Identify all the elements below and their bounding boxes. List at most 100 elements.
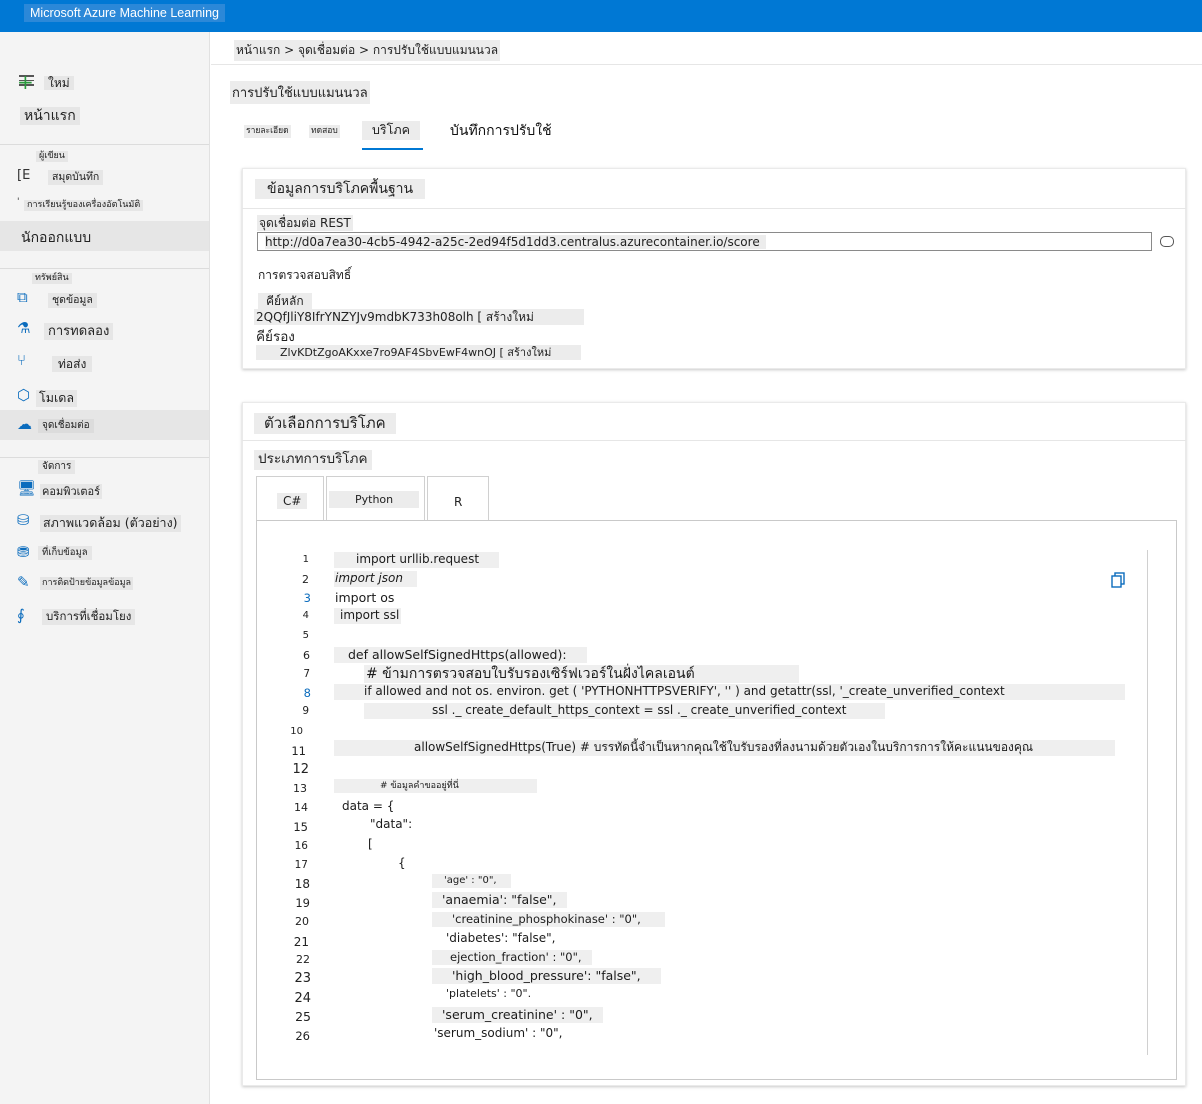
secondary-key-value[interactable]: ZlvKDtZgoAKxxe7ro9AF4SbvEwF4wnOJ [ สร้าง… <box>256 345 582 360</box>
sidebar-linked-services-label: บริการที่เชื่อมโยง <box>42 609 136 625</box>
sidebar-item-models[interactable]: ⬡ โมเดล <box>0 384 209 410</box>
line-number: 17 <box>294 859 308 871</box>
line-number: 5 <box>302 630 309 641</box>
primary-key-label: คีย์หลัก <box>258 293 312 309</box>
notebook-icon: [E <box>17 168 31 183</box>
line-number: 23 <box>294 971 311 986</box>
line-number: 11 <box>291 744 306 758</box>
copy-code-icon[interactable] <box>1111 572 1125 588</box>
code-line: ejection_fraction' : "0", <box>432 950 592 966</box>
sidebar-item-designer[interactable]: นักออกแบบ <box>0 221 209 251</box>
automl-icon: ' <box>17 197 20 207</box>
line-number: 25 <box>295 1009 311 1024</box>
code-line: "data": <box>364 817 415 833</box>
sidebar-new-label: ใหม่ <box>44 76 74 90</box>
app-title[interactable]: Microsoft Azure Machine Learning <box>24 4 225 22</box>
sidebar: + ใหม่ หน้าแรก ผู้เขียน [E สมุดบันทึก ' … <box>0 32 210 1104</box>
sidebar-item-environments[interactable]: ⛁ สภาพแวดล้อม (ตัวอย่าง) <box>0 509 209 537</box>
line-number: 12 <box>292 762 309 777</box>
code-line: allowSelfSignedHttps(True) # บรรทัดนี้จำ… <box>334 740 1116 756</box>
code-line: import os <box>334 590 423 607</box>
line-number: 1 <box>302 554 309 565</box>
sidebar-item-datastores[interactable]: ⛃ ที่เก็บข้อมูล <box>0 541 209 565</box>
sidebar-item-new[interactable]: + ใหม่ <box>0 68 209 98</box>
line-number: 2 <box>302 573 309 586</box>
sidebar-item-compute[interactable]: 🖥 คอมพิวเตอร์ <box>0 478 209 504</box>
sidebar-compute-label: คอมพิวเตอร์ <box>40 484 103 499</box>
code-line: 'diabetes': "false", <box>432 931 568 947</box>
line-number: 16 <box>294 840 308 852</box>
code-line: 'serum_creatinine' : "0", <box>432 1007 603 1024</box>
code-line: 'creatinine_phosphokinase' : "0", <box>432 912 665 928</box>
tab-test[interactable]: ทดสอบ <box>309 125 340 138</box>
sidebar-item-datasets[interactable]: ⧉ ชุดข้อมูล <box>0 286 209 312</box>
tab-details[interactable]: รายละเอียด <box>244 125 291 138</box>
sidebar-section-author: ผู้เขียน <box>0 144 209 164</box>
lang-tab-csharp-label: C# <box>277 493 308 509</box>
primary-key-value[interactable]: 2QQfJliY8IfrYNZYJv9mdbK733h08olh [ สร้าง… <box>254 309 584 325</box>
breadcrumb[interactable]: หน้าแรก > จุดเชื่อมต่อ > การปรับใช้แบบแม… <box>234 40 501 61</box>
sidebar-item-linked-services[interactable]: ∮ บริการที่เชื่อมโยง <box>0 604 209 630</box>
model-cube-icon: ⬡ <box>17 386 31 404</box>
dataset-icon: ⧉ <box>17 288 28 306</box>
sidebar-item-automl[interactable]: ' การเรียนรู้ของเครื่องอัตโนมัติ <box>0 194 209 216</box>
lang-tab-python[interactable]: Python <box>326 476 425 520</box>
environment-icon: ⛁ <box>17 511 30 529</box>
copy-url-icon[interactable] <box>1160 236 1174 247</box>
section-label-author: ผู้เขียน <box>36 151 68 162</box>
sidebar-automl-label: การเรียนรู้ของเครื่องอัตโนมัติ <box>24 200 144 211</box>
flask-icon: ⚗ <box>17 319 31 337</box>
code-line: 'high_blood_pressure': "false", <box>432 968 661 985</box>
sidebar-item-endpoints[interactable]: ☁ จุดเชื่อมต่อ <box>0 410 209 440</box>
sidebar-item-notebooks[interactable]: [E สมุดบันทึก <box>0 164 209 190</box>
edit-label-icon: ✎ <box>17 573 30 591</box>
sidebar-item-pipelines[interactable]: ⑂ ท่อส่ง <box>0 350 209 376</box>
database-icon: ⛃ <box>17 543 30 561</box>
sidebar-item-labeling[interactable]: ✎ การติดป้ายข้อมูลข้อมูล <box>0 572 209 596</box>
line-number: 20 <box>295 915 309 928</box>
sidebar-pipelines-label: ท่อส่ง <box>52 356 93 372</box>
sidebar-section-assets: ทรัพย์สิน <box>0 268 209 286</box>
code-line: 'platelets' : "0". <box>432 987 540 1002</box>
line-number: 24 <box>294 991 311 1006</box>
card-divider <box>242 208 1186 209</box>
pipeline-icon: ⑂ <box>17 351 27 369</box>
sidebar-item-experiments[interactable]: ⚗ การทดลอง <box>0 316 209 344</box>
code-scrollbar[interactable] <box>1147 550 1148 1055</box>
code-line: 'serum_sodium' : "0", <box>432 1026 571 1042</box>
consumption-options-title: ตัวเลือกการบริโภค <box>254 413 396 434</box>
lang-tab-python-label: Python <box>329 491 420 508</box>
top-bar: Microsoft Azure Machine Learning <box>0 0 1202 32</box>
sidebar-datastores-label: ที่เก็บข้อมูล <box>38 546 92 560</box>
sidebar-designer-label: นักออกแบบ <box>18 229 95 247</box>
link-icon: ∮ <box>17 606 25 624</box>
sidebar-models-label: โมเดล <box>36 390 78 407</box>
plus-icon: + <box>17 70 34 94</box>
rest-endpoint-field[interactable]: http://d0a7ea30-4cb5-4942-a25c-2ed94f5d1… <box>257 232 1152 251</box>
line-number: 4 <box>302 610 309 621</box>
line-number: 26 <box>295 1029 310 1043</box>
line-number: 15 <box>293 820 308 834</box>
tab-deploy-logs[interactable]: บันทึกการปรับใช้ <box>448 123 554 139</box>
lang-tab-csharp[interactable]: C# <box>256 476 324 520</box>
code-line: import ssl <box>334 608 402 624</box>
tab-consume[interactable]: บริโภค <box>362 121 420 140</box>
lang-tab-r[interactable]: R <box>427 476 489 520</box>
code-line: import json <box>334 571 417 587</box>
section-label-manage: จัดการ <box>38 460 76 474</box>
sidebar-item-home[interactable]: หน้าแรก <box>0 104 209 126</box>
sidebar-datasets-label: ชุดข้อมูล <box>48 293 97 308</box>
code-line: [ <box>364 837 375 853</box>
basic-info-title: ข้อมูลการบริโภคพื้นฐาน <box>255 179 426 199</box>
sidebar-labeling-label: การติดป้ายข้อมูลข้อมูล <box>40 577 134 590</box>
consumption-type-label: ประเภทการบริโภค <box>254 450 372 470</box>
code-line: 'age' : "0", <box>432 874 511 888</box>
card-divider-2 <box>242 440 1186 441</box>
header-divider <box>211 64 1202 65</box>
code-line: if allowed and not os. environ. get ( 'P… <box>334 684 1125 700</box>
sidebar-environments-label: สภาพแวดล้อม (ตัวอย่าง) <box>40 515 181 532</box>
code-line: import urllib.request <box>334 552 500 568</box>
secondary-key-label: คีย์รอง <box>254 329 297 346</box>
line-number: 7 <box>303 668 310 680</box>
code-line: def allowSelfSignedHttps(allowed): <box>334 647 587 664</box>
